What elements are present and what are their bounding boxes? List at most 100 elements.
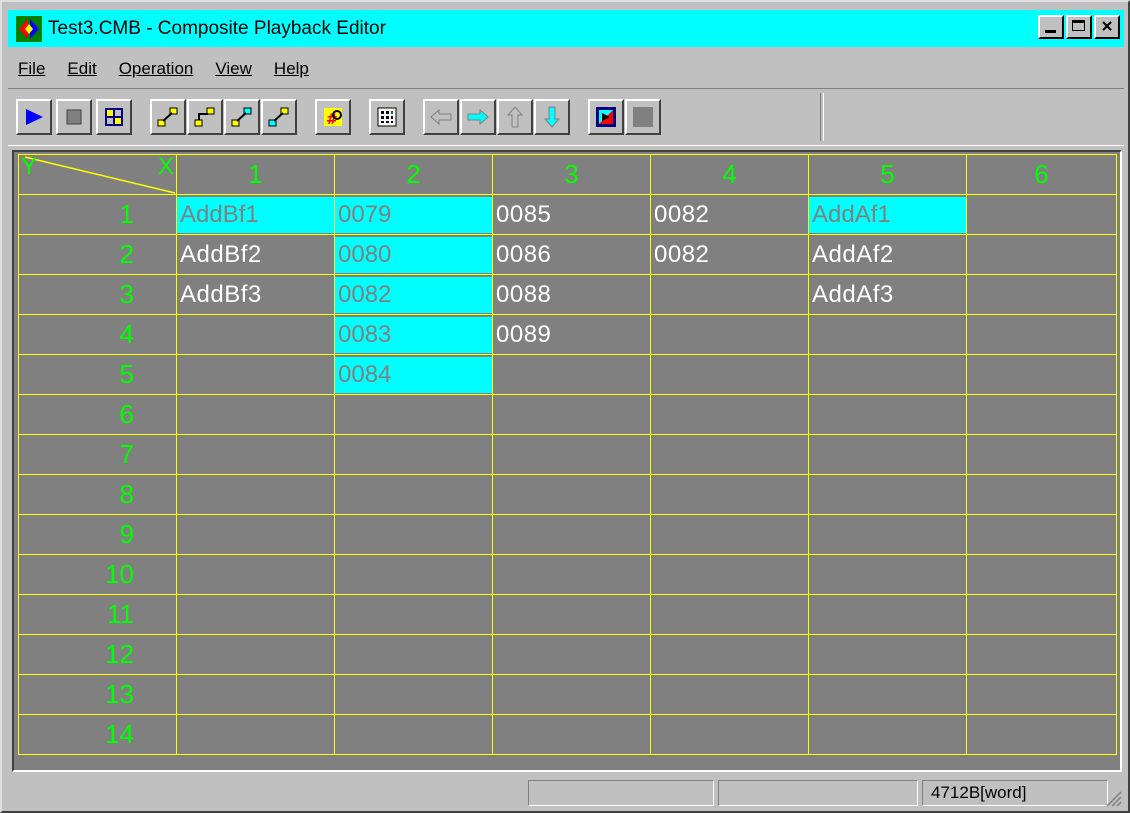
grid-cell[interactable] — [334, 434, 493, 475]
grid-cell[interactable]: 0085 — [492, 194, 651, 235]
grid-cell[interactable]: AddAf3 — [808, 274, 967, 315]
grid-cell[interactable] — [334, 474, 493, 515]
move-right-button[interactable] — [460, 99, 496, 135]
grid-cell[interactable] — [650, 714, 809, 755]
grid-cell[interactable] — [966, 594, 1117, 635]
menu-edit[interactable]: Edit — [57, 59, 108, 79]
row-header-8[interactable]: 8 — [18, 474, 177, 515]
grid-cell[interactable] — [966, 354, 1117, 395]
row-header-13[interactable]: 13 — [18, 674, 177, 715]
move-left-button[interactable] — [423, 99, 459, 135]
grid-cell[interactable] — [176, 434, 335, 475]
grid-cell[interactable] — [176, 554, 335, 595]
grid-cell[interactable]: 0080 — [334, 234, 493, 275]
row-header-1[interactable]: 1 — [18, 194, 177, 235]
grid-cell[interactable] — [176, 634, 335, 675]
resize-grip-icon[interactable] — [1104, 789, 1122, 807]
row-header-11[interactable]: 11 — [18, 594, 177, 635]
grid-cell[interactable] — [966, 674, 1117, 715]
grid-cell[interactable]: 0084 — [334, 354, 493, 395]
grid-cell[interactable] — [176, 674, 335, 715]
grid-cell[interactable] — [808, 674, 967, 715]
column-header-6[interactable]: 6 — [966, 154, 1117, 195]
grid-cell[interactable] — [492, 394, 651, 435]
grid-cell[interactable] — [650, 514, 809, 555]
grid-cell[interactable] — [492, 554, 651, 595]
grid-cell[interactable] — [966, 434, 1117, 475]
maximize-button[interactable] — [1066, 15, 1092, 39]
menu-file[interactable]: File — [8, 59, 57, 79]
menu-help[interactable]: Help — [264, 59, 321, 79]
row-header-5[interactable]: 5 — [18, 354, 177, 395]
grid-cell[interactable]: AddBf1 — [176, 194, 335, 235]
grid-cell[interactable] — [176, 474, 335, 515]
grid-cell[interactable] — [334, 554, 493, 595]
grid-cell[interactable] — [334, 634, 493, 675]
grid-cell[interactable] — [650, 634, 809, 675]
grid-cell[interactable]: AddAf2 — [808, 234, 967, 275]
grid-cell[interactable]: 0079 — [334, 194, 493, 235]
column-header-2[interactable]: 2 — [334, 154, 493, 195]
grid-cell[interactable] — [966, 554, 1117, 595]
matrix-button[interactable] — [369, 99, 405, 135]
grid-cell[interactable] — [334, 714, 493, 755]
column-header-4[interactable]: 4 — [650, 154, 809, 195]
grid-cell[interactable]: 0082 — [650, 194, 809, 235]
link-button-1[interactable] — [150, 99, 186, 135]
grid-cell[interactable] — [176, 714, 335, 755]
grid-cell[interactable] — [334, 394, 493, 435]
grid-cell[interactable] — [808, 714, 967, 755]
close-button[interactable]: ✕ — [1094, 15, 1120, 39]
grid-cell[interactable] — [966, 514, 1117, 555]
grid-cell[interactable]: 0082 — [650, 234, 809, 275]
grid-cell[interactable] — [650, 674, 809, 715]
grid-cell[interactable]: 0088 — [492, 274, 651, 315]
grid-cell[interactable] — [966, 394, 1117, 435]
grid-cell[interactable] — [808, 354, 967, 395]
grid-cell[interactable]: AddBf2 — [176, 234, 335, 275]
grid-cell[interactable] — [650, 554, 809, 595]
row-header-4[interactable]: 4 — [18, 314, 177, 355]
grid-cell[interactable] — [650, 474, 809, 515]
grid-cell[interactable]: AddBf3 — [176, 274, 335, 315]
row-header-3[interactable]: 3 — [18, 274, 177, 315]
grid-cell[interactable] — [492, 514, 651, 555]
row-header-2[interactable]: 2 — [18, 234, 177, 275]
play-button[interactable] — [16, 99, 52, 135]
link-button-4[interactable] — [261, 99, 297, 135]
grid-cell[interactable]: AddAf1 — [808, 194, 967, 235]
stop-button[interactable] — [56, 99, 92, 135]
title-bar[interactable]: Test3.CMB - Composite Playback Editor ✕ — [8, 10, 1124, 47]
grid-cell[interactable] — [650, 314, 809, 355]
grid-cell[interactable] — [650, 594, 809, 635]
grid-cell[interactable] — [966, 474, 1117, 515]
move-down-button[interactable] — [534, 99, 570, 135]
row-header-12[interactable]: 12 — [18, 634, 177, 675]
grid-cell[interactable] — [966, 274, 1117, 315]
grid-cell[interactable] — [334, 594, 493, 635]
grid-cell[interactable] — [492, 594, 651, 635]
grid-cell[interactable] — [966, 314, 1117, 355]
grid-cell[interactable] — [176, 514, 335, 555]
blank-button[interactable] — [625, 99, 661, 135]
grid-cell[interactable]: 0083 — [334, 314, 493, 355]
grid-cell[interactable] — [966, 714, 1117, 755]
renumber-button[interactable]: # — [315, 99, 351, 135]
grid-cell[interactable] — [176, 314, 335, 355]
column-header-3[interactable]: 3 — [492, 154, 651, 195]
grid-cell[interactable]: 0089 — [492, 314, 651, 355]
grid-cell[interactable] — [334, 674, 493, 715]
grid-cell[interactable] — [966, 234, 1117, 275]
row-header-14[interactable]: 14 — [18, 714, 177, 755]
grid-cell[interactable] — [808, 314, 967, 355]
grid-cell[interactable] — [808, 514, 967, 555]
grid-cell[interactable]: 0082 — [334, 274, 493, 315]
grid-cell[interactable] — [650, 394, 809, 435]
grid-cell[interactable] — [808, 634, 967, 675]
minimize-button[interactable] — [1038, 15, 1064, 39]
grid-cell[interactable] — [808, 594, 967, 635]
grid-cell[interactable] — [650, 354, 809, 395]
color-box-button[interactable] — [588, 99, 624, 135]
grid-cell[interactable] — [650, 434, 809, 475]
grid-cell[interactable] — [492, 434, 651, 475]
